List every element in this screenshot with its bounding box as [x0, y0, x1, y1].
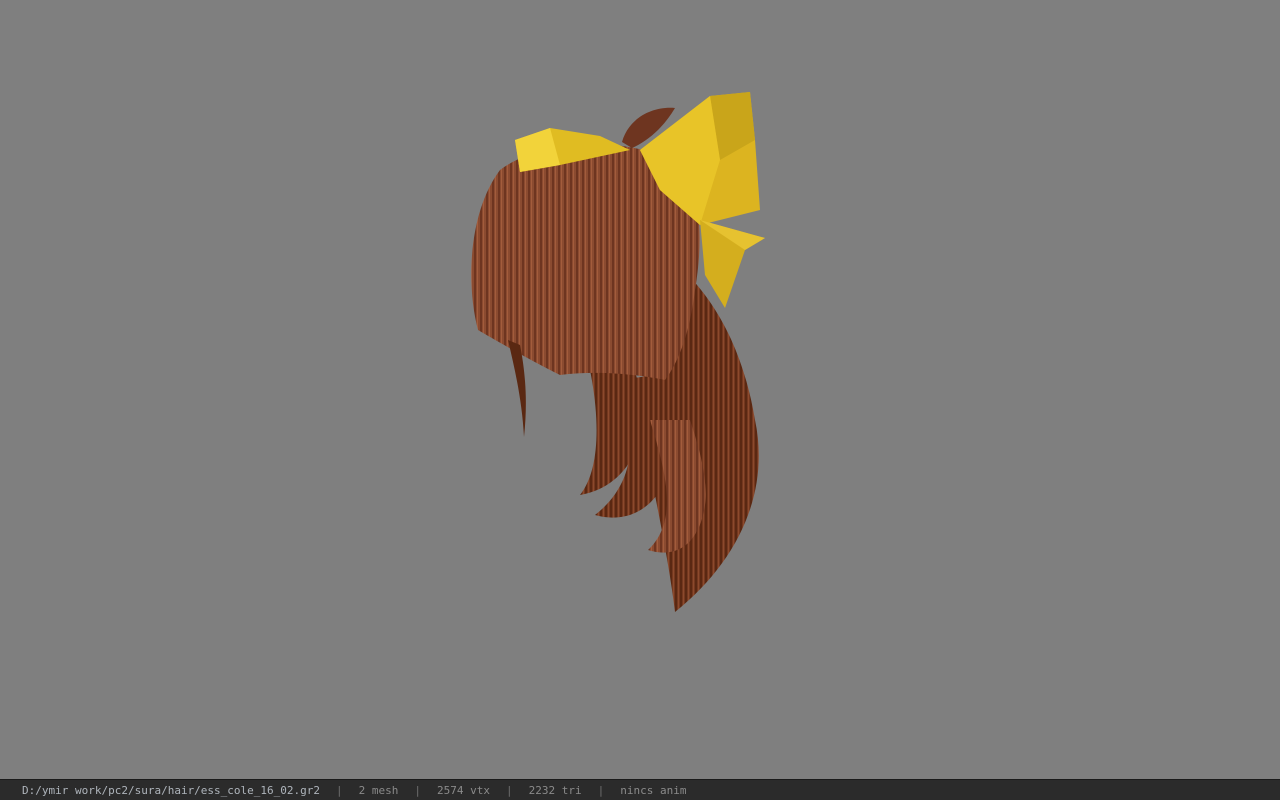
- 3d-viewport[interactable]: [0, 0, 1280, 779]
- separator: |: [336, 783, 343, 797]
- status-bar: D:/ymir work/pc2/sura/hair/ess_cole_16_0…: [0, 779, 1280, 800]
- animation-status: nincs anim: [620, 783, 687, 797]
- file-path: D:/ymir work/pc2/sura/hair/ess_cole_16_0…: [22, 783, 321, 797]
- hair-model-render: [471, 92, 765, 612]
- triangle-count: 2232 tri: [528, 783, 582, 797]
- mesh-count: 2 mesh: [358, 783, 399, 797]
- separator: |: [597, 783, 605, 797]
- separator: |: [414, 783, 422, 797]
- vertex-count: 2574 vtx: [437, 783, 490, 797]
- separator: |: [506, 783, 513, 797]
